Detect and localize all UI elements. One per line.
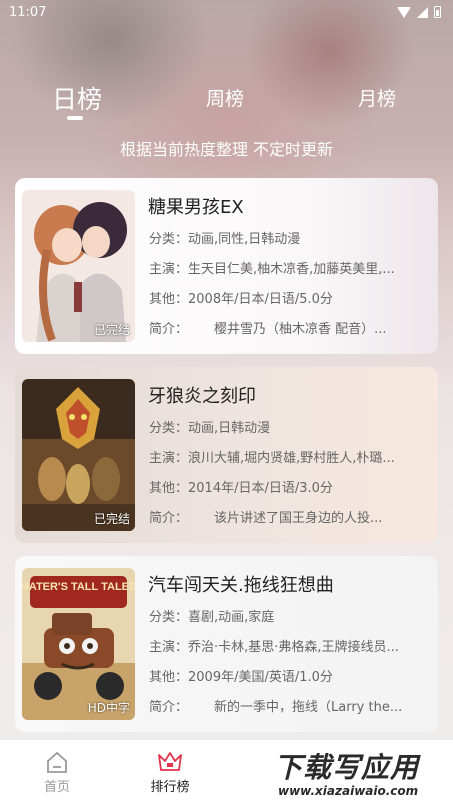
info-intro: 简介： 该片讲述了国王身边的人投... <box>149 511 383 526</box>
card-title: 糖果男孩EX <box>148 197 244 218</box>
info-category: 分类：动画,日韩动漫 <box>149 421 271 436</box>
rank-card[interactable]: MATER'S TALL TALES HD中字 汽车闯天关.拖线狂想曲 分类：喜… <box>15 556 438 732</box>
home-icon <box>47 751 67 773</box>
watermark-logo: 下载写应用 www.xiazaiwaio.com <box>268 742 453 805</box>
card-title: 汽车闯天关.拖线狂想曲 <box>148 575 334 596</box>
crown-icon <box>158 752 182 771</box>
svg-text:MATER'S TALL TALES: MATER'S TALL TALES <box>22 581 135 593</box>
rank-tabs: 日榜 周榜 月榜 <box>0 76 453 120</box>
poster-image: 已完结 <box>22 379 135 531</box>
tab-indicator <box>67 116 83 120</box>
card-title: 牙狼炎之刻印 <box>148 386 256 407</box>
info-intro: 简介： 新的一季中，拖线（Larry the... <box>149 700 403 715</box>
tab-monthly[interactable]: 月榜 <box>358 84 396 111</box>
poster-image: 已完结 <box>22 190 135 342</box>
poster-image: MATER'S TALL TALES HD中字 <box>22 568 135 720</box>
poster-badge: 已完结 <box>93 323 130 337</box>
tab-weekly[interactable]: 周榜 <box>206 84 244 111</box>
wifi-icon <box>397 6 411 18</box>
nav-rank[interactable]: 排行榜 <box>140 740 200 795</box>
info-other: 其他：2014年/日本/日语/3.0分 <box>149 481 333 496</box>
info-cast: 主演：浪川大辅,堀内贤雄,野村胜人,朴璐... <box>149 451 395 466</box>
info-cast: 主演：生天目仁美,柚木凉香,加藤英美里,... <box>149 262 395 277</box>
info-other: 其他：2009年/美国/英语/1.0分 <box>149 670 333 685</box>
info-cast: 主演：乔治·卡林,基思·弗格森,王牌接线员... <box>149 640 399 655</box>
poster-badge: 已完结 <box>93 512 130 526</box>
nav-home[interactable]: 首页 <box>27 740 87 795</box>
rank-subtitle: 根据当前热度整理 不定时更新 <box>119 140 334 159</box>
nav-home-label: 首页 <box>43 780 70 795</box>
info-other: 其他：2008年/日本/日语/5.0分 <box>149 292 333 307</box>
status-icons <box>397 6 441 18</box>
battery-icon <box>434 6 441 18</box>
rank-card[interactable]: 已完结 糖果男孩EX 分类：动画,同性,日韩动漫 主演：生天目仁美,柚木凉香,加… <box>15 178 438 354</box>
tab-daily[interactable]: 日榜 <box>52 80 102 116</box>
info-category: 分类：喜剧,动画,家庭 <box>149 610 275 625</box>
signal-icon <box>417 6 428 18</box>
info-category: 分类：动画,同性,日韩动漫 <box>149 232 301 247</box>
nav-rank-label: 排行榜 <box>150 780 190 795</box>
info-intro: 简介： 樱井雪乃（柚木凉香 配音）... <box>149 322 387 337</box>
poster-badge: HD中字 <box>87 701 130 715</box>
rank-card[interactable]: 已完结 牙狼炎之刻印 分类：动画,日韩动漫 主演：浪川大辅,堀内贤雄,野村胜人,… <box>15 367 438 543</box>
status-time: 11:07 <box>9 4 47 20</box>
status-bar: 11:07 <box>0 0 453 24</box>
